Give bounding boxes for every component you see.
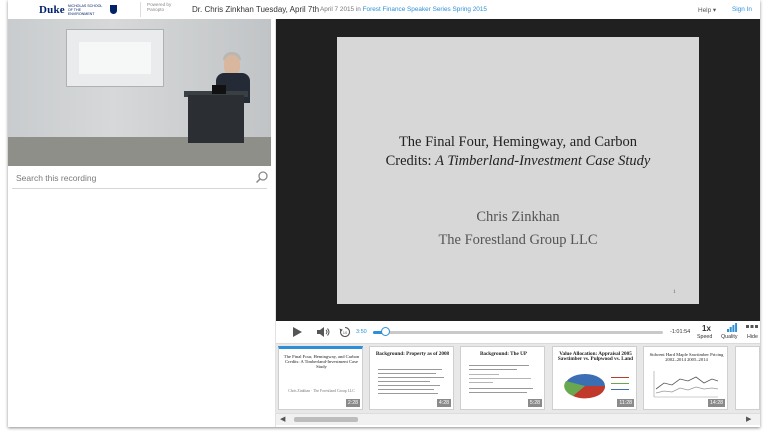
thumbnail-strip: The Final Four, Hemingway, and Carbon Cr…: [276, 343, 760, 414]
thumbnail-title: The Final Four, Hemingway, and Carbon Cr…: [283, 354, 360, 370]
sign-in-link[interactable]: Sign In: [732, 6, 752, 13]
duke-logo[interactable]: Duke Nicholas School of the Environment: [39, 2, 117, 17]
thumbnail-slide[interactable]: Stdwent Hard Maple Sawtimber Pricing 200…: [643, 346, 728, 410]
logo-wordmark: Duke: [39, 3, 65, 16]
search-input[interactable]: [12, 169, 250, 187]
thumbnail-title: Background: Property as of 2008: [375, 351, 450, 357]
quality-label[interactable]: Quality: [721, 334, 738, 340]
thumbnail-scrollbar[interactable]: ◀ ▶: [276, 413, 760, 425]
thumbnail-slide[interactable]: The Final Four, Hemingway, and Carbon Cr…: [278, 346, 363, 410]
line-chart-icon: [653, 371, 719, 398]
folder-link[interactable]: Forest Finance Speaker Series Spring 201…: [363, 6, 487, 13]
svg-text:10: 10: [343, 330, 348, 335]
slide-title: The Final Four, Hemingway, and Carbon Cr…: [337, 133, 699, 171]
thumbnail-title: Stdwent Hard Maple Sawtimber Pricing 200…: [649, 352, 724, 363]
rewind-icon[interactable]: 10: [339, 326, 351, 338]
presenter: [224, 55, 240, 75]
search-icon[interactable]: [255, 170, 269, 184]
logo-subtitle: Nicholas School of the Environment: [67, 3, 103, 16]
current-slide: The Final Four, Hemingway, and Carbon Cr…: [337, 37, 699, 304]
webcam-video[interactable]: [8, 19, 271, 166]
app-window: Duke Nicholas School of the Environment …: [8, 0, 760, 427]
thumbnail-time: 5:28: [527, 399, 542, 407]
top-bar: Duke Nicholas School of the Environment …: [8, 0, 760, 20]
slide-title-line2: Credits:: [385, 153, 436, 169]
slide-title-italic: A Timberland-Investment Case Study: [435, 153, 651, 169]
thumbnail-slide[interactable]: Background: Property as of 2008 4:28: [369, 346, 454, 410]
session-title: Dr. Chris Zinkhan Tuesday, April 7th: [192, 5, 320, 14]
thumbnail-slide[interactable]: Value Allocation: Appraisal 2005 Sawtimb…: [552, 346, 637, 410]
scrollbar-thumb[interactable]: [294, 417, 358, 422]
remaining-time: -1:01:54: [670, 329, 691, 335]
scroll-left-icon[interactable]: ◀: [280, 415, 285, 423]
seek-handle[interactable]: [380, 327, 390, 336]
speed-label[interactable]: Speed: [697, 334, 712, 340]
slide-page-number: 1: [673, 289, 676, 295]
help-menu[interactable]: Help ▾: [698, 6, 716, 14]
pie-chart-icon: [564, 374, 606, 399]
quality-icon[interactable]: [727, 323, 737, 332]
thumbnail-time: 11:28: [617, 399, 634, 407]
hide-label[interactable]: Hide: [747, 334, 758, 340]
search-box: [12, 168, 269, 189]
player-controls: 10 3:50 -1:01:54 1x Speed Quality Hide: [276, 321, 760, 343]
current-time: 3:50: [356, 329, 367, 335]
thumbnail-subtitle: Chris Zinkhan · The Forestland Group LLC: [288, 389, 355, 393]
thumbnail-title: Value Allocation: Appraisal 2005 Sawtimb…: [557, 351, 634, 363]
thumbnail-slide[interactable]: Background: The UP 5:28: [460, 346, 545, 410]
left-pane: [8, 19, 276, 427]
speed-value[interactable]: 1x: [702, 324, 711, 333]
slide-organization: The Forestland Group LLC: [438, 232, 598, 248]
seek-bar[interactable]: [373, 327, 663, 336]
powered-by-panopto: Powered by Panopto: [140, 2, 181, 17]
thumbnail-time: 2:28: [345, 399, 360, 407]
slide-title-line1: The Final Four, Hemingway, and Carbon: [398, 134, 638, 150]
hide-icon[interactable]: [746, 325, 758, 331]
thumbnail-title: Background: The UP: [479, 351, 528, 357]
thumbnail-time: 4:28: [436, 399, 451, 407]
slide-author: Chris Zinkhan: [476, 209, 560, 225]
thumbnail-slide-partial[interactable]: [735, 346, 760, 410]
session-date: April 7 2015 in: [320, 6, 361, 13]
lectern: [188, 95, 244, 143]
projector-screen: [66, 29, 164, 87]
scroll-right-icon[interactable]: ▶: [746, 415, 751, 423]
shield-icon: [109, 5, 117, 14]
volume-icon[interactable]: [317, 327, 330, 337]
play-icon[interactable]: [292, 327, 302, 337]
slide-viewer[interactable]: The Final Four, Hemingway, and Carbon Cr…: [276, 19, 760, 321]
session-date-line: April 7 2015 in Forest Finance Speaker S…: [320, 6, 487, 13]
thumbnail-time: 14:28: [708, 399, 725, 407]
